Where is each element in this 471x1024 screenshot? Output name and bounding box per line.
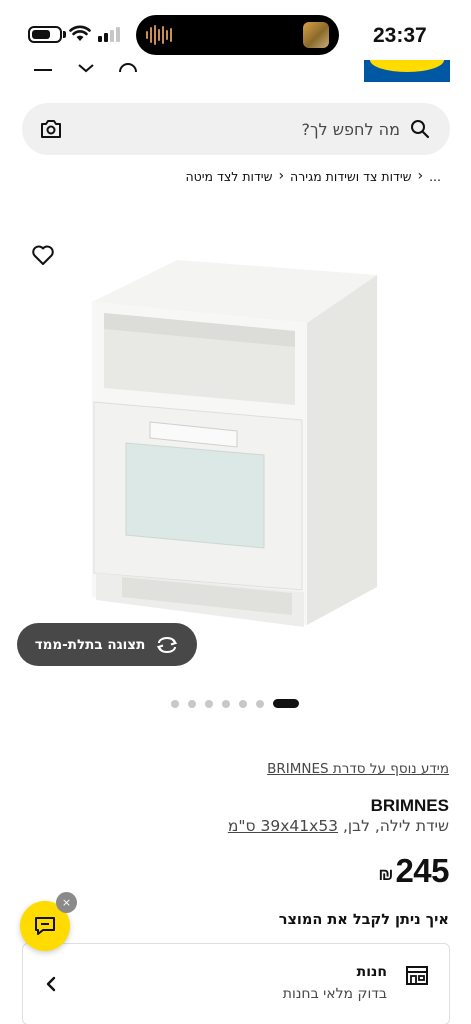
breadcrumb-item[interactable]: שידות צד ושידות מגירה xyxy=(290,169,411,184)
store-subtitle: בדוק מלאי בחנות xyxy=(282,986,387,1002)
user-icon[interactable] xyxy=(118,56,138,76)
audio-waveform-icon xyxy=(146,24,172,46)
series-info-link[interactable]: מידע נוסף על סדרת BRIMNES xyxy=(267,761,449,777)
product-dimensions-link[interactable]: 39x41x53 ס"מ xyxy=(228,817,338,835)
heart-icon[interactable] xyxy=(31,244,55,266)
breadcrumb-separator-icon: ‹ xyxy=(278,168,285,184)
status-time: 23:37 xyxy=(373,24,427,47)
product-image[interactable] xyxy=(82,255,382,630)
price-currency: ₪ xyxy=(378,865,394,884)
product-description: שידת לילה, לבן, 39x41x53 ס"מ xyxy=(228,817,449,835)
rotate-3d-icon xyxy=(157,636,178,653)
chat-close-button[interactable]: × xyxy=(56,892,77,913)
album-art xyxy=(303,22,329,48)
breadcrumb: ... ‹ שידות צד ושידות מגירה ‹ שידות לצד … xyxy=(185,168,441,184)
carousel-dot[interactable] xyxy=(171,699,179,708)
search-icon[interactable] xyxy=(410,119,430,139)
product-name: BRIMNES xyxy=(370,796,449,815)
chevron-left-icon[interactable] xyxy=(45,976,57,992)
ikea-logo[interactable] xyxy=(364,60,450,82)
camera-icon[interactable] xyxy=(40,119,62,139)
carousel-dot[interactable] xyxy=(256,699,264,708)
menu-icon[interactable] xyxy=(34,56,54,76)
store-icon xyxy=(406,966,428,985)
view-3d-label: תצוגה בתלת-ממד xyxy=(34,636,146,653)
price-value: 245 xyxy=(395,852,449,889)
dynamic-island xyxy=(136,15,339,55)
wifi-icon xyxy=(69,25,91,41)
image-carousel-indicator xyxy=(171,699,299,708)
carousel-dot[interactable] xyxy=(222,699,230,708)
product-price: ₪ 245 xyxy=(378,852,449,890)
store-availability-card[interactable]: חנות בדוק מלאי בחנות xyxy=(22,943,450,1024)
breadcrumb-ellipsis[interactable]: ... xyxy=(429,169,441,184)
chevron-down-icon[interactable] xyxy=(77,56,97,76)
carousel-dot[interactable] xyxy=(205,699,213,708)
search-bar xyxy=(22,103,450,155)
status-bar: 23:37 xyxy=(0,0,471,62)
breadcrumb-separator-icon: ‹ xyxy=(417,168,424,184)
carousel-dot-active[interactable] xyxy=(273,699,299,708)
battery-icon xyxy=(28,26,62,43)
search-input[interactable] xyxy=(100,103,400,155)
carousel-dot[interactable] xyxy=(239,699,247,708)
chat-icon xyxy=(35,917,55,935)
delivery-options-heading: איך ניתן לקבל את המוצר xyxy=(278,912,449,928)
store-title: חנות xyxy=(356,964,387,980)
breadcrumb-item-current[interactable]: שידות לצד מיטה xyxy=(185,169,272,184)
product-type: שידת לילה, לבן, xyxy=(342,817,449,835)
carousel-dot[interactable] xyxy=(188,699,196,708)
cellular-signal-icon xyxy=(98,26,120,42)
view-3d-button[interactable]: תצוגה בתלת-ממד xyxy=(17,623,197,666)
